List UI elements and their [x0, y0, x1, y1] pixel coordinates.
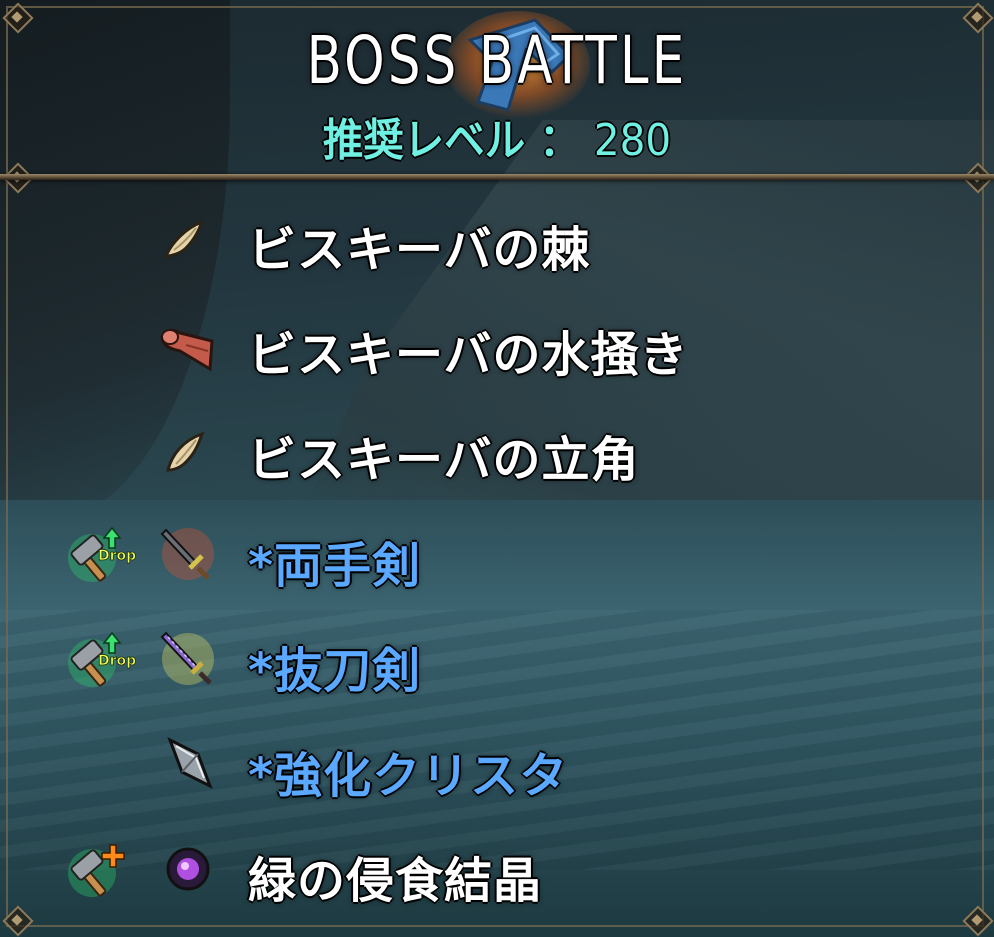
list-item: Drop *両手剣 — [0, 508, 994, 598]
hammer-plus-icon — [66, 837, 140, 901]
frame-corner-ornament — [960, 0, 994, 34]
drop-badge: Drop — [98, 653, 136, 669]
level-separator: ： — [539, 115, 580, 166]
list-item: *強化クリスタ — [0, 718, 994, 808]
greatsword-icon — [156, 522, 220, 586]
claw-icon — [156, 206, 220, 270]
item-name: *両手剣 — [248, 538, 422, 594]
purple-orb-icon — [156, 837, 220, 901]
list-item: 緑の侵食結晶 — [0, 823, 994, 913]
hammer-drop-up-icon: Drop — [66, 522, 140, 586]
list-item: Drop *抜刀剣 — [0, 613, 994, 703]
level-value: 280 — [593, 115, 672, 166]
item-name: ビスキーバの立角 — [248, 432, 640, 488]
item-name: *抜刀剣 — [248, 643, 422, 699]
horn-icon — [156, 416, 220, 480]
list-item: ビスキーバの立角 — [0, 402, 994, 492]
hammer-drop-up-icon: Drop — [66, 627, 140, 691]
list-item: ビスキーバの水掻き — [0, 297, 994, 387]
list-item: ビスキーバの棘 — [0, 192, 994, 282]
recommended-level: 推奨レベル ： 280 — [40, 104, 954, 168]
drop-badge: Drop — [98, 548, 136, 564]
crysta-icon — [156, 732, 220, 796]
katana-icon — [156, 627, 220, 691]
item-name: *強化クリスタ — [248, 748, 569, 804]
cloth-icon — [156, 311, 220, 375]
header-divider — [0, 174, 994, 180]
frame-corner-ornament — [0, 0, 34, 34]
level-label: 推奨レベル — [322, 115, 526, 166]
page-title: BOSS BATTLE — [306, 22, 688, 99]
item-name: ビスキーバの棘 — [248, 222, 591, 278]
item-name: ビスキーバの水掻き — [248, 327, 689, 383]
item-name: 緑の侵食結晶 — [248, 853, 543, 909]
